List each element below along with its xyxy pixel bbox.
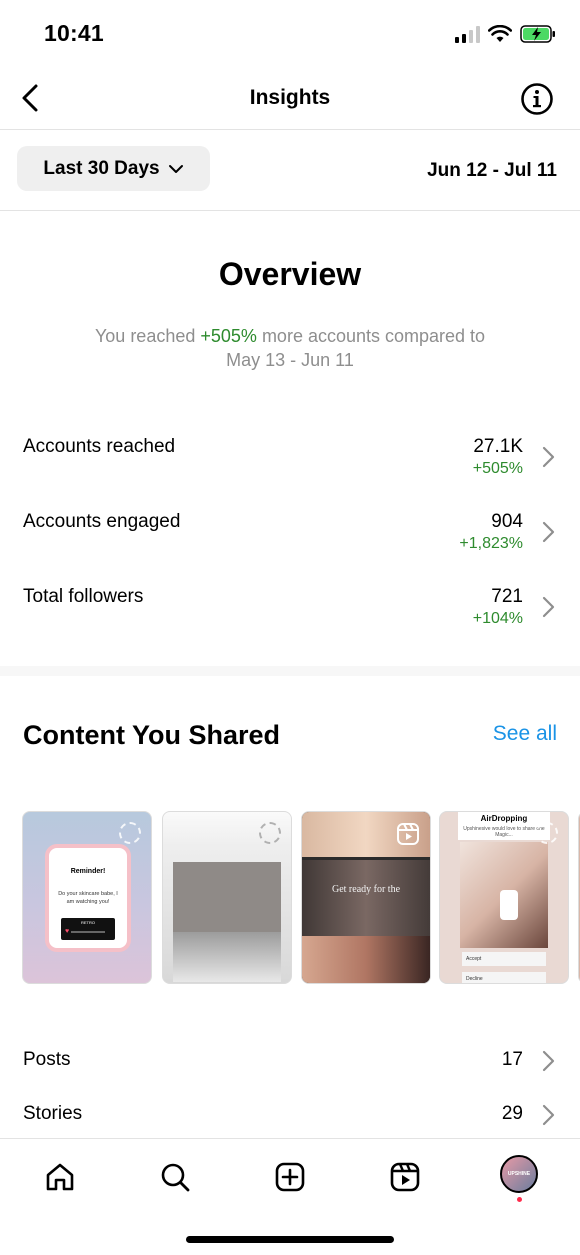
metric-label: Accounts reached	[23, 436, 176, 457]
content-thumbnail-story[interactable]: AirDropping Upshinesive would love to sh…	[439, 811, 569, 984]
thumbnail-accept-label: Accept	[462, 952, 546, 966]
chevron-right-icon	[542, 521, 555, 543]
summary-compare-dates: May 13 - Jun 11	[226, 350, 354, 370]
metric-value: 904	[491, 511, 523, 532]
tab-home[interactable]	[40, 1157, 80, 1197]
thumbnail-photo	[302, 860, 430, 936]
thumbnail-body: Do your skincare babe, I am watching you…	[58, 891, 118, 905]
avatar-label: UPSHINE	[507, 1171, 531, 1177]
content-row-stories[interactable]: Stories 29	[0, 1089, 580, 1139]
row-value: 29	[501, 1103, 523, 1124]
content-row-posts[interactable]: Posts 17	[0, 1035, 580, 1085]
thumbnail-title: Reminder!	[70, 868, 106, 875]
thumbnail-music-bar: RETRO ♥	[61, 918, 115, 940]
summary-highlight: +505%	[200, 326, 257, 346]
status-time: 10:41	[44, 20, 104, 46]
chevron-right-icon	[542, 1104, 555, 1126]
see-all-link[interactable]: See all	[493, 722, 557, 746]
thumbnail-artwork: Reminder! Do your skincare babe, I am wa…	[45, 844, 131, 952]
story-ring-icon	[259, 822, 281, 844]
notification-dot	[517, 1197, 522, 1202]
tab-profile-avatar[interactable]: UPSHINE	[500, 1155, 538, 1193]
tab-search[interactable]	[155, 1157, 195, 1197]
content-thumbnail-reel[interactable]: Get ready for the	[301, 811, 431, 984]
date-range-label: Last 30 Days	[43, 157, 160, 179]
cellular-signal-icon	[455, 25, 480, 43]
chevron-down-icon	[168, 164, 183, 173]
row-label: Posts	[23, 1049, 71, 1070]
section-divider	[0, 666, 580, 676]
summary-prefix: You reached	[94, 326, 201, 346]
story-ring-icon	[536, 822, 558, 844]
chevron-right-icon	[542, 1050, 555, 1072]
status-bar: 10:41	[0, 0, 580, 70]
thumbnail-photo	[460, 842, 548, 948]
metric-row-accounts-reached[interactable]: Accounts reached 27.1K +505%	[0, 420, 580, 480]
metric-row-accounts-engaged[interactable]: Accounts engaged 904 +1,823%	[0, 495, 580, 555]
thumbnail-device	[500, 890, 518, 920]
summary-suffix: more accounts compared to	[256, 326, 486, 346]
search-icon	[161, 1163, 190, 1192]
page-title: Insights	[249, 86, 331, 109]
info-icon[interactable]	[520, 82, 554, 116]
row-value: 17	[501, 1049, 523, 1070]
thumbnail-caption: Get ready for the	[331, 884, 401, 895]
overview-title: Overview	[218, 256, 362, 292]
overview-summary: You reached +505% more accounts compared…	[40, 324, 540, 372]
metric-value: 721	[491, 586, 523, 607]
metric-label: Accounts engaged	[23, 511, 181, 532]
thumbnail-decline-label: Decline	[462, 972, 546, 983]
metric-change: +104%	[472, 610, 523, 627]
thumbnail-image-block	[173, 862, 281, 932]
row-label: Stories	[23, 1103, 83, 1124]
metric-change: +505%	[472, 460, 523, 477]
reel-icon	[397, 823, 419, 845]
date-range-dropdown[interactable]: Last 30 Days	[17, 146, 210, 191]
content-thumbnail-story[interactable]	[162, 811, 292, 984]
metric-row-total-followers[interactable]: Total followers 721 +104%	[0, 570, 580, 630]
date-filter-row: Last 30 Days Jun 12 - Jul 11	[0, 130, 580, 211]
date-range-text: Jun 12 - Jul 11	[427, 160, 557, 181]
heart-icon: ♥	[65, 928, 70, 935]
thumbnail-title: AirDropping	[480, 814, 528, 823]
plus-square-icon	[275, 1162, 305, 1192]
thumbnail-bar-label: RETRO	[81, 920, 95, 925]
home-icon	[46, 1163, 74, 1191]
content-thumbnails: Reminder! Do your skincare babe, I am wa…	[22, 811, 580, 985]
content-thumbnail-story[interactable]: Reminder! Do your skincare babe, I am wa…	[22, 811, 152, 984]
metric-change: +1,823%	[459, 535, 523, 552]
home-indicator	[186, 1236, 394, 1243]
tab-reels[interactable]	[385, 1157, 425, 1197]
wifi-icon	[488, 25, 512, 42]
reels-icon	[390, 1162, 420, 1192]
metric-label: Total followers	[23, 586, 144, 607]
tab-create[interactable]	[270, 1157, 310, 1197]
chevron-right-icon	[542, 596, 555, 618]
status-icons	[455, 24, 556, 44]
nav-header: Insights	[0, 70, 580, 130]
story-ring-icon	[119, 822, 141, 844]
content-shared-title: Content You Shared	[23, 720, 281, 750]
thumbnail-image-block	[173, 932, 281, 982]
chevron-right-icon	[542, 446, 555, 468]
insights-screen: 10:41 Insights Last 30 Days Jun 12 - Jul…	[0, 0, 580, 1255]
battery-charging-icon	[520, 25, 555, 43]
thumbnail-progress-line	[71, 931, 105, 933]
metric-value: 27.1K	[473, 436, 523, 457]
thumbnail-photo	[302, 936, 430, 983]
